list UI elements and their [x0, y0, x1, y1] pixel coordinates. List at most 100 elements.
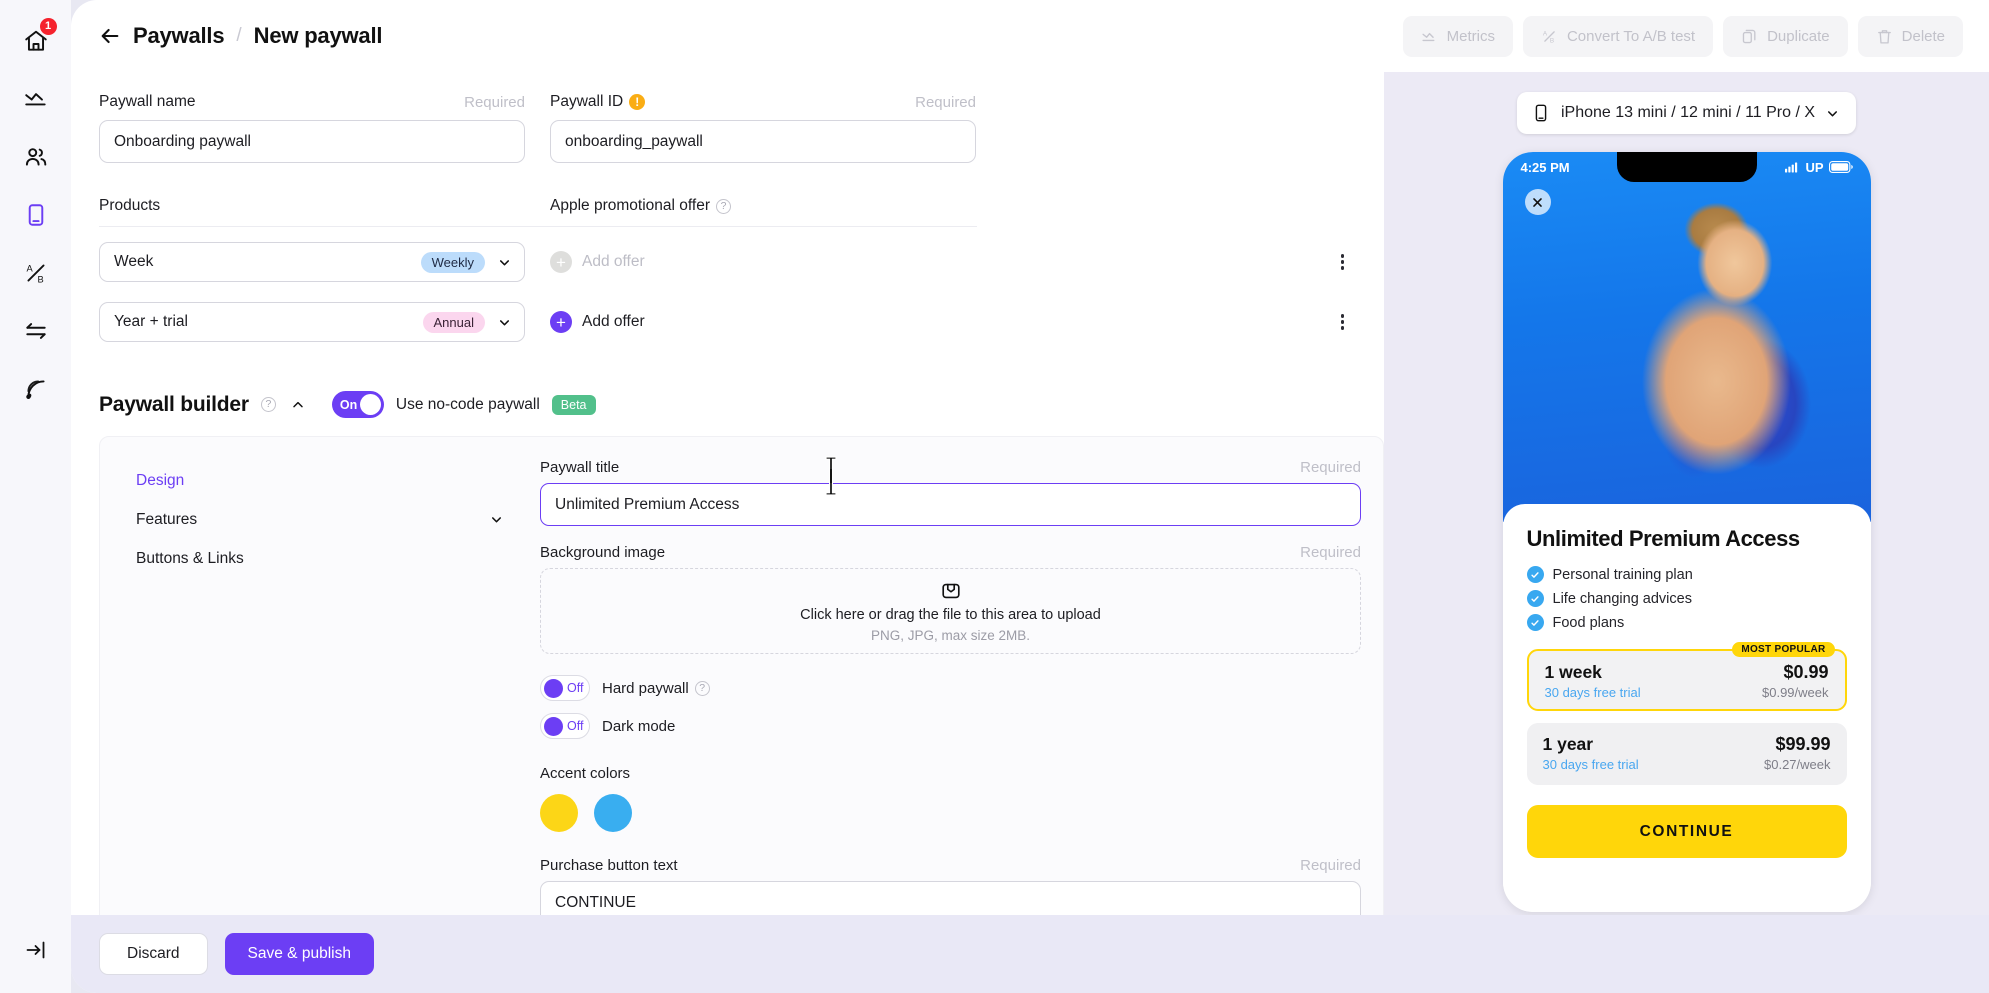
- plan-option-year[interactable]: 1 year $99.99 30 days free trial $0.27/w…: [1527, 723, 1847, 785]
- chevron-down-icon: [1825, 106, 1840, 121]
- sidebar-item-analytics[interactable]: [13, 78, 59, 120]
- paywall-title-input[interactable]: [540, 483, 1361, 526]
- signal-bars-icon: [1785, 162, 1800, 173]
- background-image-label-row: Background image Required: [540, 544, 1361, 561]
- plan-unit-price: $0.27/week: [1764, 757, 1831, 772]
- convert-ab-test-button[interactable]: A B Convert To A/B test: [1523, 16, 1713, 57]
- tab-buttons-links[interactable]: Buttons & Links: [136, 539, 540, 578]
- background-image-dropzone[interactable]: Click here or drag the file to this area…: [540, 568, 1361, 654]
- plan-trial: 30 days free trial: [1543, 757, 1639, 772]
- no-code-paywall-toggle[interactable]: On: [332, 391, 384, 418]
- sidebar-item-integrations[interactable]: [13, 310, 59, 352]
- home-badge: 1: [40, 18, 57, 35]
- device-selector[interactable]: iPhone 13 mini / 12 mini / 11 Pro / X: [1517, 92, 1856, 134]
- most-popular-badge: MOST POPULAR: [1732, 642, 1834, 657]
- phone-icon: [1531, 103, 1551, 123]
- plan-list: MOST POPULAR 1 week $0.99 30 days free t…: [1527, 649, 1847, 785]
- svg-text:A: A: [26, 263, 33, 273]
- sidebar-item-ab-tests[interactable]: A B: [13, 252, 59, 294]
- hard-paywall-label-wrap: Hard paywall ?: [602, 680, 710, 697]
- sidebar-item-events[interactable]: [13, 368, 59, 410]
- add-offer-label[interactable]: Add offer: [582, 313, 645, 331]
- phone-status-bar: 4:25 PM UP: [1503, 152, 1871, 182]
- paywall-builder-title: Paywall builder: [99, 393, 249, 417]
- ab-test-icon: A B: [23, 260, 49, 286]
- plan-trial: 30 days free trial: [1545, 685, 1641, 700]
- paywall-id-input[interactable]: [550, 120, 976, 163]
- duplicate-button[interactable]: Duplicate: [1723, 16, 1848, 57]
- add-offer-plus-icon[interactable]: +: [550, 311, 572, 333]
- feature-list: Personal training plan Life changing adv…: [1527, 566, 1847, 631]
- collapse-sidebar-button[interactable]: [13, 929, 59, 971]
- product-row-menu-button[interactable]: [1341, 254, 1356, 269]
- hard-paywall-toggle[interactable]: Off: [540, 675, 590, 701]
- product-period-pill: Weekly: [421, 252, 485, 273]
- feature-label: Food plans: [1553, 615, 1625, 631]
- app-shell: Paywalls / New paywall Metrics A B Conve…: [71, 0, 1989, 993]
- paywall-id-required: Required: [915, 94, 976, 111]
- dark-mode-row: Off Dark mode: [540, 713, 1361, 739]
- paywall-name-input[interactable]: [99, 120, 525, 163]
- builder-panel: Design Features Buttons & Links: [99, 436, 1384, 936]
- battery-icon: [1829, 161, 1853, 173]
- dark-mode-label: Dark mode: [602, 718, 675, 735]
- product-select-week[interactable]: Week Weekly: [99, 242, 525, 282]
- list-item: Life changing advices: [1527, 590, 1847, 607]
- paywall-title-label: Paywall title: [540, 459, 619, 476]
- paywall-id-label: Paywall ID !: [550, 93, 645, 111]
- warning-icon: !: [629, 94, 645, 110]
- svg-text:B: B: [37, 274, 43, 284]
- delete-button[interactable]: Delete: [1858, 16, 1963, 57]
- feature-label: Life changing advices: [1553, 591, 1692, 607]
- status-right: UP: [1785, 160, 1852, 175]
- svg-text:B: B: [1550, 37, 1554, 44]
- list-item: Personal training plan: [1527, 566, 1847, 583]
- svg-text:A: A: [1543, 30, 1548, 37]
- help-icon[interactable]: ?: [261, 397, 276, 412]
- discard-button[interactable]: Discard: [99, 933, 208, 975]
- tab-design[interactable]: Design: [136, 461, 540, 500]
- background-image-label: Background image: [540, 544, 665, 561]
- accent-color-swatch-2[interactable]: [594, 794, 632, 832]
- product-period-pill: Annual: [423, 312, 485, 333]
- paywalls-icon: [23, 202, 49, 228]
- duplicate-icon: [1741, 28, 1758, 45]
- tab-features[interactable]: Features: [136, 500, 540, 539]
- chevron-down-icon: [497, 315, 512, 330]
- paywall-close-button[interactable]: [1525, 189, 1551, 215]
- list-item: Food plans: [1527, 614, 1847, 631]
- paywall-continue-button[interactable]: CONTINUE: [1527, 805, 1847, 858]
- users-icon: [23, 144, 49, 170]
- product-row-menu-button[interactable]: [1341, 314, 1356, 329]
- plan-unit-price: $0.99/week: [1762, 685, 1829, 700]
- back-button[interactable]: [99, 25, 121, 47]
- accent-color-swatch-1[interactable]: [540, 794, 578, 832]
- breadcrumb-paywalls-link[interactable]: Paywalls: [133, 23, 224, 49]
- sidebar-item-home[interactable]: 1: [13, 20, 59, 62]
- hard-paywall-state: Off: [567, 681, 583, 695]
- dark-mode-toggle[interactable]: Off: [540, 713, 590, 739]
- left-nav-rail: 1 A B: [0, 0, 71, 993]
- builder-tabs: Design Features Buttons & Links: [100, 437, 540, 935]
- sidebar-item-paywalls[interactable]: [13, 194, 59, 236]
- help-icon[interactable]: ?: [716, 199, 731, 214]
- status-time: 4:25 PM: [1521, 160, 1570, 175]
- hard-paywall-label: Hard paywall: [602, 680, 689, 697]
- sidebar-item-users[interactable]: [13, 136, 59, 178]
- metrics-button[interactable]: Metrics: [1403, 16, 1513, 57]
- paywall-id-field: Paywall ID ! Required: [550, 92, 976, 163]
- collapse-chevron-icon[interactable]: [290, 397, 306, 413]
- check-icon: [1527, 590, 1544, 607]
- tab-design-label: Design: [136, 472, 184, 490]
- background-image-required: Required: [1300, 544, 1361, 561]
- paywall-card: Unlimited Premium Access Personal traini…: [1503, 504, 1871, 912]
- tab-buttons-links-label: Buttons & Links: [136, 550, 244, 568]
- accent-color-swatches: [540, 794, 1361, 832]
- trash-icon: [1876, 28, 1893, 45]
- plan-option-week[interactable]: MOST POPULAR 1 week $0.99 30 days free t…: [1527, 649, 1847, 711]
- toggle-knob: [544, 679, 563, 698]
- help-icon[interactable]: ?: [695, 681, 710, 696]
- beta-badge: Beta: [552, 395, 596, 415]
- product-select-year[interactable]: Year + trial Annual: [99, 302, 525, 342]
- save-publish-button[interactable]: Save & publish: [225, 933, 374, 975]
